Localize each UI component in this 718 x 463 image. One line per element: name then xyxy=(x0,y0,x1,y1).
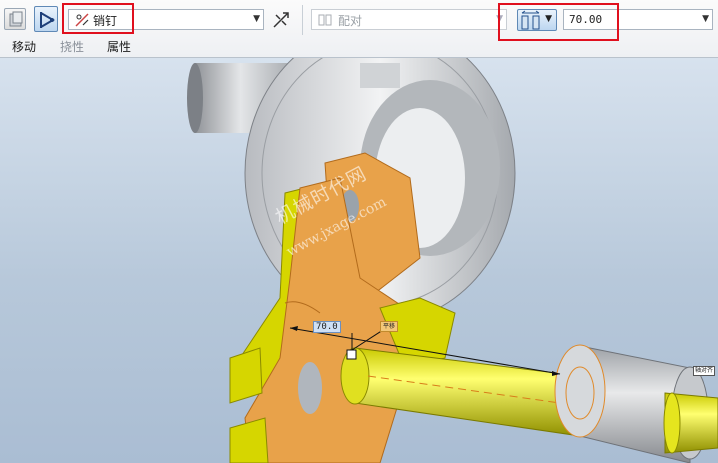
pin-constraint-icon xyxy=(75,13,89,27)
mechanism-connection-icon xyxy=(40,12,55,28)
toolbar-separator xyxy=(302,5,303,35)
offset-value-field[interactable]: 70.00 ▼ xyxy=(563,9,713,30)
chevron-down-icon: ▼ xyxy=(702,14,709,24)
chevron-down-icon: ▼ xyxy=(496,14,503,24)
offset-type-dropdown[interactable]: ▼ xyxy=(517,9,557,31)
chevron-down-icon: ▼ xyxy=(253,14,260,24)
connection-type-dropdown[interactable]: 销钉 ▼ xyxy=(68,9,264,30)
offset-coincident-icon xyxy=(521,10,540,30)
dashboard-toolbar: 销钉 ▼ 配对 ▼ ▼ 70.00 ▼ 移动 挠性 属性 xyxy=(0,0,718,58)
tab-placement[interactable]: 移动 xyxy=(12,38,36,55)
constraint-alignment-dropdown[interactable]: 配对 ▼ xyxy=(311,9,507,30)
right-yellow-pin-part xyxy=(663,392,718,454)
axis-alignment-tag[interactable]: 轴对齐 xyxy=(693,366,716,376)
align-mate-icon xyxy=(318,14,332,26)
graphics-viewport[interactable]: 70.0 平移 轴对齐 机械时代网 www.jxage.com xyxy=(0,58,718,463)
offset-value: 70.00 xyxy=(569,13,603,26)
connection-mode-button[interactable] xyxy=(34,6,58,32)
constraint-alignment-value: 配对 xyxy=(338,14,363,28)
tab-flexibility[interactable]: 挠性 xyxy=(60,38,84,55)
assembly-model xyxy=(187,58,718,463)
placement-mode-button[interactable] xyxy=(4,8,26,30)
translation-tag[interactable]: 平移 xyxy=(380,321,399,332)
flip-arrows-icon xyxy=(273,12,289,28)
component-icon xyxy=(9,11,23,27)
chevron-down-icon: ▼ xyxy=(545,14,552,24)
connection-type-value: 销钉 xyxy=(93,14,118,28)
flip-direction-button[interactable] xyxy=(270,9,292,31)
offset-dimension-value[interactable]: 70.0 xyxy=(313,321,341,333)
tab-properties[interactable]: 属性 xyxy=(107,38,131,55)
